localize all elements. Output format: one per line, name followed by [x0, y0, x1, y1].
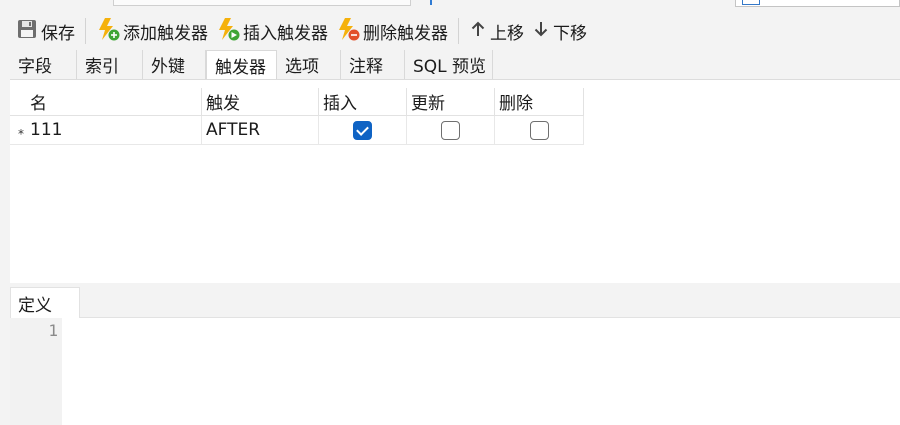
insert-cell [319, 116, 407, 145]
column-header-delete[interactable]: 删除 [495, 88, 584, 116]
trigger-timing-cell[interactable]: AFTER [202, 116, 319, 145]
row-marker-header [10, 88, 26, 116]
move-down-label: 下移 [553, 23, 587, 44]
definition-editor[interactable]: 1 [10, 318, 900, 425]
previous-tab-edge [430, 0, 440, 5]
tab-foreign-keys[interactable]: 外键 [143, 50, 206, 79]
move-up-label: 上移 [490, 23, 524, 44]
line-number: 1 [48, 321, 58, 340]
save-icon [16, 18, 38, 45]
definition-tabs: 定义 [10, 287, 900, 318]
tab-label: SQL 预览 [413, 57, 487, 77]
toolbar-separator [458, 18, 459, 44]
tab-definition[interactable]: 定义 [10, 287, 80, 318]
column-header-label: 名 [30, 94, 47, 114]
move-down-button[interactable]: 下移 [528, 16, 591, 46]
update-checkbox[interactable] [441, 120, 460, 140]
add-trigger-label: 添加触发器 [123, 23, 208, 44]
tab-sql-preview[interactable]: SQL 预览 [405, 50, 493, 79]
trigger-name-cell[interactable]: 111 [26, 116, 202, 145]
line-number-gutter: 1 [10, 318, 62, 425]
tab-label: 字段 [18, 57, 52, 77]
delete-cell [495, 116, 584, 145]
tab-triggers[interactable]: 触发器 [206, 50, 277, 79]
top-strip [0, 0, 900, 8]
tab-label: 定义 [18, 295, 52, 316]
delete-trigger-label: 删除触发器 [363, 23, 448, 44]
insert-trigger-label: 插入触发器 [243, 23, 328, 44]
column-header-label: 删除 [499, 94, 533, 114]
column-header-name[interactable]: 名 [26, 88, 202, 116]
row-marker-cell [10, 116, 26, 145]
column-header-label: 插入 [323, 94, 357, 114]
column-header-insert[interactable]: 插入 [319, 88, 407, 116]
delete-checkbox[interactable] [529, 120, 549, 140]
update-cell [407, 116, 495, 145]
insert-checkbox[interactable] [353, 120, 372, 140]
trigger-timing: AFTER [206, 120, 261, 140]
move-up-button[interactable]: 上移 [465, 16, 528, 46]
tab-indexes[interactable]: 索引 [77, 50, 143, 79]
table-row[interactable]: 111 AFTER [10, 116, 584, 145]
save-button[interactable]: 保存 [12, 16, 79, 46]
delete-trigger-icon [336, 17, 360, 46]
delete-trigger-button[interactable]: 删除触发器 [332, 16, 452, 46]
designer-tabs: 字段 索引 外键 触发器 选项 注释 SQL 预览 [10, 50, 493, 79]
arrow-up-icon [469, 20, 487, 43]
trigger-name: 111 [30, 120, 63, 140]
field-icon-edge [742, 0, 760, 5]
add-trigger-icon [96, 17, 120, 46]
column-header-timing[interactable]: 触发 [202, 88, 319, 116]
column-header-update[interactable]: 更新 [407, 88, 495, 116]
tab-label: 触发器 [215, 57, 266, 78]
tab-label: 索引 [85, 57, 119, 77]
save-label: 保存 [41, 23, 75, 44]
toolbar-separator [85, 18, 86, 44]
grid-header: 名 触发 插入 更新 删除 [10, 88, 584, 116]
tab-label: 注释 [349, 57, 383, 77]
insert-trigger-button[interactable]: 插入触发器 [212, 16, 332, 46]
tab-options[interactable]: 选项 [277, 50, 341, 79]
column-header-label: 触发 [206, 94, 240, 114]
add-trigger-button[interactable]: 添加触发器 [92, 16, 212, 46]
top-right-field-edge [735, 0, 900, 7]
tab-fields[interactable]: 字段 [10, 50, 77, 79]
column-header-label: 更新 [411, 94, 445, 114]
tab-comment[interactable]: 注释 [341, 50, 405, 79]
toolbar: 保存 添加触发器 插入触发器 删除触发器 上移 下移 [0, 14, 900, 48]
trigger-grid: 名 触发 插入 更新 删除 * 111 AFTER [10, 79, 900, 283]
arrow-down-icon [532, 20, 550, 43]
tab-label: 外键 [151, 57, 185, 77]
tab-label: 选项 [285, 57, 319, 77]
previous-window-edge [113, 0, 411, 6]
insert-trigger-icon [216, 17, 240, 46]
